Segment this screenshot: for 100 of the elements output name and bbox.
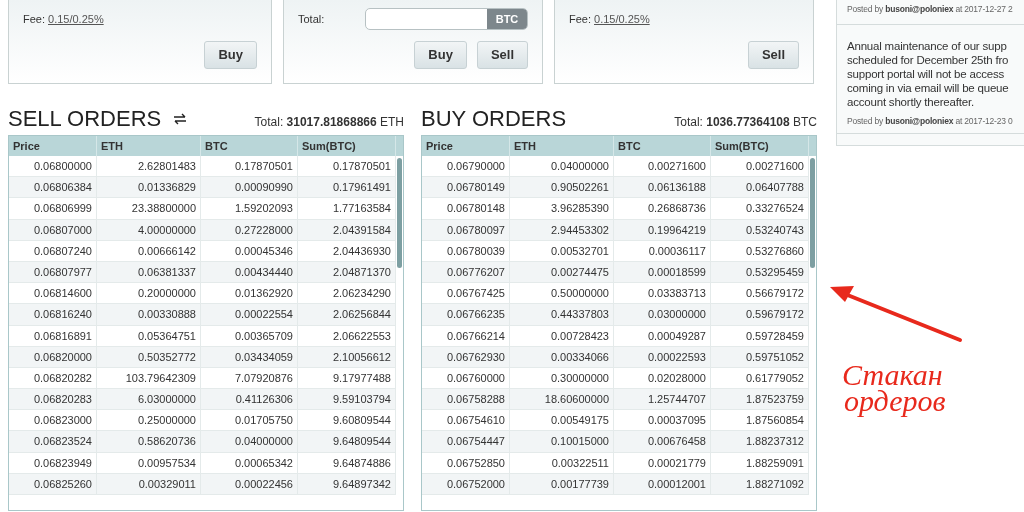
table-cell: 2.04391584 bbox=[298, 219, 396, 240]
table-cell: 0.06780148 bbox=[422, 198, 510, 219]
sell-button[interactable]: Sell bbox=[747, 41, 799, 69]
table-cell: 0.06816240 bbox=[9, 304, 97, 325]
table-cell: 0.00271600 bbox=[614, 156, 711, 177]
swap-icon[interactable] bbox=[173, 113, 188, 125]
scrollbar-thumb[interactable] bbox=[397, 158, 402, 268]
total-text: Total: 1036.77364108 BTC bbox=[674, 114, 817, 131]
news-meta: Posted by busoni@poloniex at 2017-12-27 2 bbox=[847, 3, 1013, 15]
table-cell: 0.06766235 bbox=[422, 304, 510, 325]
table-cell: 0.05364751 bbox=[97, 325, 201, 346]
table-cell: 0.06760000 bbox=[422, 367, 510, 389]
table-cell: 23.38800000 bbox=[97, 198, 201, 219]
table-cell: 0.06780149 bbox=[422, 177, 510, 198]
table-cell: 7.07920876 bbox=[201, 367, 298, 389]
table-cell: 0.30000000 bbox=[510, 367, 614, 389]
table-cell: 0.00334066 bbox=[510, 346, 614, 367]
table-cell: 0.26868736 bbox=[614, 198, 711, 219]
table-cell: 0.00434440 bbox=[201, 261, 298, 283]
table-cell: 0.00065342 bbox=[201, 452, 298, 473]
annotation-text: Стакан bbox=[842, 362, 943, 388]
table-cell: 0.06754447 bbox=[422, 431, 510, 452]
sell-button[interactable]: Sell bbox=[476, 41, 528, 69]
table-cell: 1.77163584 bbox=[298, 198, 396, 219]
table-cell: 0.00037095 bbox=[614, 410, 711, 431]
table-cell: 0.00022554 bbox=[201, 304, 298, 325]
section-title: SELL ORDERS bbox=[8, 106, 162, 132]
fee-link[interactable]: 0.15/0.25% bbox=[594, 10, 650, 28]
table-cell: 0.01362920 bbox=[201, 283, 298, 304]
table-cell: 0.06780097 bbox=[422, 219, 510, 240]
table-cell: 0.53240743 bbox=[711, 219, 809, 240]
table-cell: 0.04000000 bbox=[201, 431, 298, 452]
table-cell: 0.06407788 bbox=[711, 177, 809, 198]
news-text: Annual maintenance of our supp bbox=[847, 39, 1007, 53]
news-text: account shortly thereafter. bbox=[847, 95, 974, 109]
table-cell: 0.58620736 bbox=[97, 431, 201, 452]
table-cell: 0.06806999 bbox=[9, 198, 97, 219]
table-cell: 0.06806384 bbox=[9, 177, 97, 198]
scrollbar-thumb[interactable] bbox=[810, 158, 815, 268]
table-cell: 0.02028000 bbox=[614, 367, 711, 389]
table-cell: 0.06820282 bbox=[9, 367, 97, 389]
table-cell: 0.90502261 bbox=[510, 177, 614, 198]
total-field[interactable]: BTC bbox=[365, 8, 528, 30]
table-cell: 0.06766214 bbox=[422, 325, 510, 346]
table-cell: 0.00012001 bbox=[614, 473, 711, 494]
table-cell: 1.87560854 bbox=[711, 410, 809, 431]
table-cell: 0.33276524 bbox=[711, 198, 809, 219]
buy-button[interactable]: Buy bbox=[204, 41, 257, 69]
table-cell: 0.06820283 bbox=[9, 389, 97, 410]
table-cell: 2.94453302 bbox=[510, 219, 614, 240]
table-cell: 0.53276860 bbox=[711, 240, 809, 261]
table-cell: 103.79642309 bbox=[97, 367, 201, 389]
table-cell: 2.10056612 bbox=[298, 346, 396, 367]
table-cell: 4.00000000 bbox=[97, 219, 201, 240]
table-cell: 9.59103794 bbox=[298, 389, 396, 410]
table-cell: 0.61779052 bbox=[711, 367, 809, 389]
table-cell: 0.03383713 bbox=[614, 283, 711, 304]
fee-link[interactable]: 0.15/0.25% bbox=[48, 10, 104, 28]
table-cell: 9.64897342 bbox=[298, 473, 396, 494]
table-cell: 9.17977488 bbox=[298, 367, 396, 389]
table-cell: 0.00322511 bbox=[510, 452, 614, 473]
table-cell: 0.06754610 bbox=[422, 410, 510, 431]
table-cell: 0.00728423 bbox=[510, 325, 614, 346]
table-cell: 0.06381337 bbox=[97, 261, 201, 283]
table-cell: 0.06776207 bbox=[422, 261, 510, 283]
table-cell: 0.06820000 bbox=[9, 346, 97, 367]
table-cell: 0.06136188 bbox=[614, 177, 711, 198]
table-cell: 2.06256844 bbox=[298, 304, 396, 325]
table-cell: 2.04871370 bbox=[298, 261, 396, 283]
table-cell: 1.88237312 bbox=[711, 431, 809, 452]
table-cell: 0.06758288 bbox=[422, 389, 510, 410]
table-cell: 0.06780039 bbox=[422, 240, 510, 261]
table-cell: 0.59728459 bbox=[711, 325, 809, 346]
table-cell: 0.06752000 bbox=[422, 473, 510, 494]
table-cell: 0.59679172 bbox=[711, 304, 809, 325]
table-cell: 1.88271092 bbox=[711, 473, 809, 494]
table-cell: 0.56679172 bbox=[711, 283, 809, 304]
fee-label: Fee: bbox=[23, 11, 45, 27]
table-cell: 0.20000000 bbox=[97, 283, 201, 304]
table-cell: 0.06816891 bbox=[9, 325, 97, 346]
table-cell: 1.59202093 bbox=[201, 198, 298, 219]
news-text: coming in via email will be queue bbox=[847, 81, 1009, 95]
buy-button[interactable]: Buy bbox=[414, 41, 467, 69]
table-cell: 9.64809544 bbox=[298, 431, 396, 452]
table-cell: 2.04436930 bbox=[298, 240, 396, 261]
table-cell: 0.50000000 bbox=[510, 283, 614, 304]
table-cell: 0.06762930 bbox=[422, 346, 510, 367]
table-cell: 0.00021779 bbox=[614, 452, 711, 473]
table-cell: 3.96285390 bbox=[510, 198, 614, 219]
table-cell: 0.01336829 bbox=[97, 177, 201, 198]
table-cell: 0.00018599 bbox=[614, 261, 711, 283]
news-meta: Posted by busoni@poloniex at 2017-12-23 0 bbox=[847, 115, 1013, 127]
table-cell: 0.25000000 bbox=[97, 410, 201, 431]
section-title: BUY ORDERS bbox=[421, 106, 567, 132]
total-text: Total: 31017.81868866 ETH bbox=[254, 114, 404, 131]
table-cell: 0.59751052 bbox=[711, 346, 809, 367]
table-cell: 1.87523759 bbox=[711, 389, 809, 410]
table-cell: 0.06814600 bbox=[9, 283, 97, 304]
table-cell: 9.60809544 bbox=[298, 410, 396, 431]
table-cell: 0.00022456 bbox=[201, 473, 298, 494]
